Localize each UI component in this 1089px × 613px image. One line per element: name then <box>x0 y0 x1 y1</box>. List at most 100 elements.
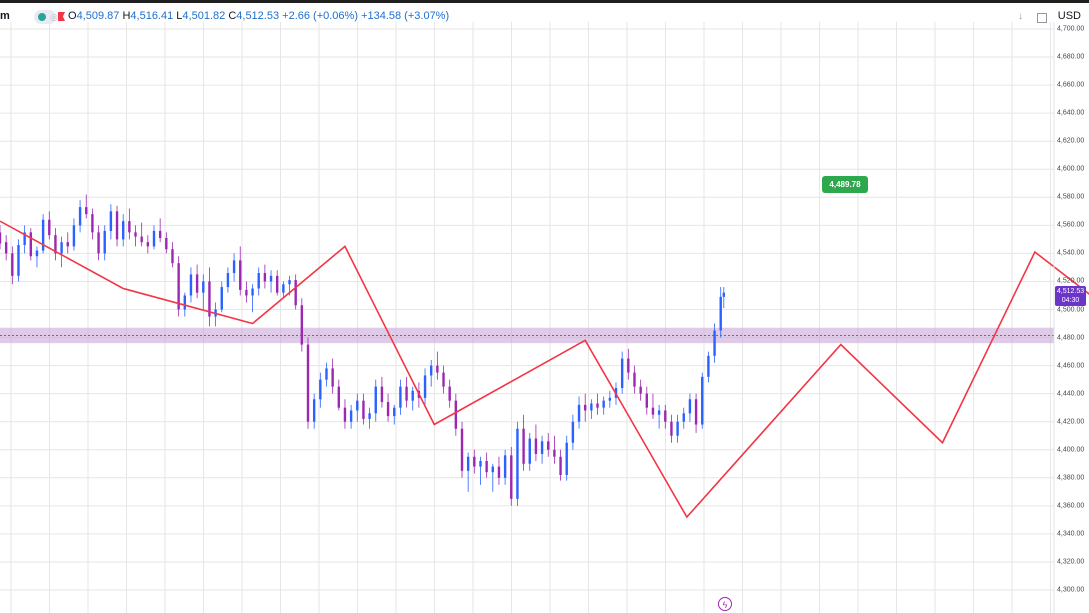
price-tick-label: 4,620.00 <box>1057 137 1085 145</box>
candle-body <box>694 399 698 425</box>
candle-body <box>300 305 304 345</box>
currency-selector[interactable]: USD <box>1058 10 1081 22</box>
candle-body <box>423 375 427 398</box>
candle-body <box>220 287 223 310</box>
price-tick-label: 4,380.00 <box>1057 474 1085 482</box>
chart-grid <box>0 22 1054 613</box>
candle-body <box>577 404 581 422</box>
candle-body <box>620 358 624 389</box>
candle-body <box>158 230 162 238</box>
candle-body <box>510 455 513 499</box>
candle-body <box>122 221 125 240</box>
candle-body <box>722 292 725 297</box>
price-tick-label: 4,400.00 <box>1057 446 1085 454</box>
candle-body <box>195 274 199 293</box>
candle-body <box>516 428 519 499</box>
candle-body <box>547 441 550 450</box>
symbol-name[interactable]: m <box>0 10 10 22</box>
candle-body <box>362 400 365 419</box>
candle-body <box>97 232 100 254</box>
price-tick-label: 4,500.00 <box>1057 306 1085 313</box>
open-value: 4,509.87 <box>76 10 120 22</box>
candle-body <box>29 232 32 257</box>
candle-body <box>183 295 186 310</box>
candle-body <box>343 407 347 422</box>
candle-body <box>368 413 371 419</box>
candle-body <box>528 438 531 464</box>
candle-body <box>269 275 273 282</box>
price-tick-label: 4,680.00 <box>1057 53 1085 61</box>
lightning-icon[interactable]: ϟ <box>718 597 732 611</box>
candle-body <box>356 400 359 411</box>
candle-body <box>115 211 119 240</box>
download-icon[interactable]: ↓ <box>1018 11 1023 22</box>
candle-body <box>288 280 291 285</box>
candle-body <box>602 400 605 408</box>
candle-body <box>0 232 2 244</box>
candle-body <box>78 207 82 226</box>
market-open-dot-icon <box>38 13 46 21</box>
candle-body <box>103 230 106 254</box>
candle-body <box>479 460 482 467</box>
candle-body <box>294 280 297 306</box>
price-tick-label: 4,300.00 <box>1057 586 1085 594</box>
candle-body <box>189 274 193 296</box>
candle-body <box>349 410 353 422</box>
open-label: O <box>68 10 77 22</box>
candle-body <box>590 403 593 411</box>
target-price-label[interactable]: 4,489.78 <box>822 176 868 193</box>
candle-body <box>454 400 458 429</box>
window-icon[interactable] <box>1037 13 1047 23</box>
price-tick-label: 4,560.00 <box>1057 221 1085 229</box>
candle-body <box>140 236 143 243</box>
candle-body <box>66 242 69 247</box>
candle-body <box>608 397 612 401</box>
candle-body <box>134 232 137 237</box>
candle-body <box>11 253 14 276</box>
candle-body <box>276 275 279 293</box>
price-tick-label: 4,360.00 <box>1057 502 1085 510</box>
candle-body <box>146 242 150 247</box>
price-tick-label: 4,520.00 <box>1057 277 1085 285</box>
candle-body <box>60 242 63 254</box>
price-chart[interactable] <box>0 0 1089 613</box>
price-tick-label: 4,700.00 <box>1057 25 1085 33</box>
candle-body <box>497 466 501 478</box>
close-value: 4,512.53 <box>236 10 280 22</box>
candle-body <box>380 386 384 403</box>
candle-body <box>651 407 655 415</box>
candle-body <box>719 296 722 331</box>
flag-icon[interactable] <box>58 12 65 21</box>
candle-body <box>460 428 464 471</box>
candle-body <box>670 421 673 436</box>
candle-body <box>436 365 439 373</box>
candle-body <box>540 441 544 454</box>
market-status-chip[interactable]: ◎ <box>34 10 58 24</box>
candle-body <box>503 455 507 478</box>
candle-body <box>306 344 310 422</box>
snooze-icon: ◎ <box>50 12 58 22</box>
candle-body <box>165 237 168 250</box>
candle-body <box>485 460 488 473</box>
candle-body <box>466 456 470 471</box>
candle-body <box>282 284 285 293</box>
candle-body <box>633 372 636 387</box>
candle-body <box>17 244 20 276</box>
price-tick-label: 4,660.00 <box>1057 81 1085 89</box>
candle-body <box>152 230 156 247</box>
candle-body <box>645 393 648 408</box>
candle-body <box>91 214 94 233</box>
candle-body <box>676 421 679 436</box>
candle-body <box>664 410 667 422</box>
candle-body <box>257 273 260 289</box>
candle-body <box>442 372 445 387</box>
candle-body <box>386 402 390 417</box>
candle-body <box>251 288 254 296</box>
candle-body <box>430 365 433 376</box>
change-total-value: +134.58 (+3.07%) <box>361 10 450 22</box>
candle-body <box>245 289 248 296</box>
support-zone[interactable] <box>0 327 1054 344</box>
candle-body <box>393 407 396 417</box>
candle-body <box>701 376 704 425</box>
low-value: 4,501.82 <box>182 10 226 22</box>
